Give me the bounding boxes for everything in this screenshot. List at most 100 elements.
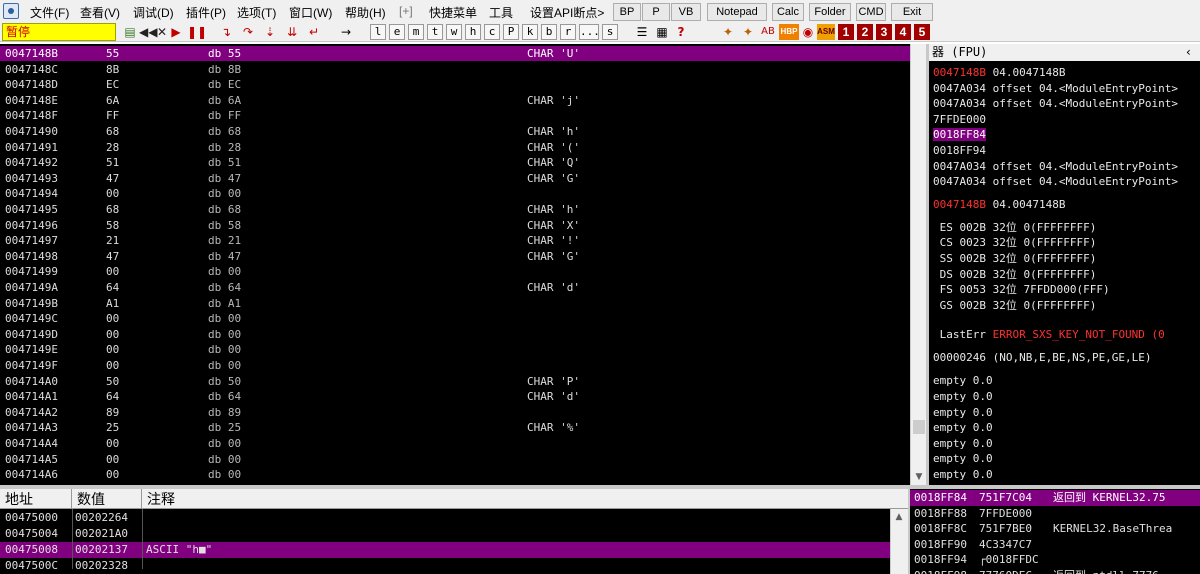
stack-row[interactable]: 0018FF84 751F7C04 返回到 KERNEL32.75	[910, 490, 1200, 506]
patches-button[interactable]: P	[503, 24, 519, 40]
menu-view[interactable]: 查看(V)	[80, 4, 120, 21]
disassembly-row[interactable]: 00471490 68 db 68 CHAR 'h'	[0, 124, 910, 139]
trace-into-icon[interactable]: ⇣	[262, 24, 278, 40]
help-icon[interactable]: ?	[673, 24, 689, 40]
menu-window[interactable]: 窗口(W)	[289, 4, 332, 21]
segment-register[interactable]: SS 002B 32位 0(FFFFFFFF)	[933, 251, 1097, 266]
stack-row[interactable]: 0018FF94 ┌0018FFDC	[910, 552, 1200, 568]
disassembly-row[interactable]: 00471491 28 db 28 CHAR '('	[0, 140, 910, 155]
register-line[interactable]: 0047A034 offset 04.<ModuleEntryPoint>	[933, 96, 1178, 111]
trace-over-icon[interactable]: ⇊	[284, 24, 300, 40]
step-over-icon[interactable]: ↷	[240, 24, 256, 40]
source-button[interactable]: s	[602, 24, 618, 40]
dump-row[interactable]: 0047500C 00202328	[0, 558, 890, 574]
register-line[interactable]: 7FFDE000	[933, 112, 986, 127]
disassembly-row[interactable]: 004714A6 00 db 00	[0, 467, 910, 482]
dump-row[interactable]: 00475008 00202137 ASCII "h■"	[0, 542, 890, 558]
fpu-register[interactable]: empty 0.0	[933, 389, 993, 404]
fpu-register[interactable]: empty 0.0	[933, 405, 993, 420]
register-line[interactable]: 0047A034 offset 04.<ModuleEntryPoint>	[933, 81, 1178, 96]
disassembly-row[interactable]: 00471492 51 db 51 CHAR 'Q'	[0, 155, 910, 170]
execute-till-return-icon[interactable]: ↵	[306, 24, 322, 40]
fpu-register[interactable]: empty 0.0	[933, 467, 993, 482]
menu-file[interactable]: 文件(F)	[30, 4, 69, 21]
dump-header-value[interactable]: 数值	[72, 489, 142, 509]
stack-row[interactable]: 0018FF8C 751F7BE0 KERNEL32.BaseThrea	[910, 521, 1200, 537]
fpu-register[interactable]: empty 0.0	[933, 436, 993, 451]
vb-button[interactable]: VB	[671, 3, 701, 21]
plugin4-icon[interactable]: ◉	[800, 24, 816, 40]
dump-header-address[interactable]: 地址	[0, 489, 72, 509]
shortcut-2-button[interactable]: 2	[857, 24, 873, 40]
disassembly-row[interactable]: 00471493 47 db 47 CHAR 'G'	[0, 171, 910, 186]
registers-pane[interactable]: 器 (FPU) ‹ 0047148B 04.0047148B 0047A034 of…	[929, 44, 1200, 485]
options-icon[interactable]: ▦	[654, 24, 670, 40]
windows-button[interactable]: w	[446, 24, 462, 40]
memory-map-button[interactable]: m	[408, 24, 424, 40]
disassembly-row[interactable]: 004714A1 64 db 64 CHAR 'd'	[0, 389, 910, 404]
disassembly-row[interactable]: 0047149D 00 db 00	[0, 327, 910, 342]
segment-register[interactable]: FS 0053 32位 7FFDD000(FFF)	[933, 282, 1110, 297]
call-stack-button[interactable]: k	[522, 24, 538, 40]
eip-register[interactable]: 0047148B 04.0047148B	[933, 197, 1065, 212]
asm-button[interactable]: ASM	[817, 24, 835, 40]
segment-register[interactable]: ES 002B 32位 0(FFFFFFFF)	[933, 220, 1097, 235]
plugin3-icon[interactable]: AB	[760, 24, 776, 40]
menu-debug[interactable]: 调试(D)	[133, 4, 174, 21]
calc-button[interactable]: Calc	[772, 3, 804, 21]
disassembly-row[interactable]: 004714A3 25 db 25 CHAR '%'	[0, 420, 910, 435]
folder-button[interactable]: Folder	[809, 3, 851, 21]
fpu-register[interactable]: empty 0.0	[933, 420, 993, 435]
dump-row[interactable]: 00475000 00202264	[0, 510, 890, 526]
disassembly-row[interactable]: 00471496 58 db 58 CHAR 'X'	[0, 218, 910, 233]
disassembly-row[interactable]: 004714A2 89 db 89	[0, 405, 910, 420]
disassembly-row[interactable]: 004714A0 50 db 50 CHAR 'P'	[0, 374, 910, 389]
fpu-register[interactable]: empty 0.0	[933, 451, 993, 466]
run-icon[interactable]: ▶	[168, 24, 184, 40]
shortcut-5-button[interactable]: 5	[914, 24, 930, 40]
register-line[interactable]: 0047A034 offset 04.<ModuleEntryPoint>	[933, 159, 1178, 174]
shortcut-3-button[interactable]: 3	[876, 24, 892, 40]
disassembly-row[interactable]: 004714A4 00 db 00	[0, 436, 910, 451]
disassembly-row[interactable]: 00471498 47 db 47 CHAR 'G'	[0, 249, 910, 264]
disassembly-row[interactable]: 0047149A 64 db 64 CHAR 'd'	[0, 280, 910, 295]
segment-register[interactable]: CS 0023 32位 0(FFFFFFFF)	[933, 235, 1097, 250]
open-icon[interactable]: ▤	[122, 24, 138, 40]
step-into-icon[interactable]: ↴	[218, 24, 234, 40]
register-line[interactable]: 0047A034 offset 04.<ModuleEntryPoint>	[933, 174, 1178, 189]
dump-row[interactable]: 00475004 002021A0	[0, 526, 890, 542]
restart-icon[interactable]: ◀◀	[138, 24, 157, 40]
menu-tools[interactable]: 工具	[489, 4, 513, 21]
scroll-down-icon[interactable]: ▼	[911, 469, 926, 485]
menu-plus[interactable]: [+]	[399, 4, 413, 18]
dump-scrollbar[interactable]: ▲	[890, 509, 908, 574]
breakpoints-button[interactable]: b	[541, 24, 557, 40]
shortcut-1-button[interactable]: 1	[838, 24, 854, 40]
executable-modules-button[interactable]: e	[389, 24, 405, 40]
stack-row[interactable]: 0018FF88 7FFDE000	[910, 506, 1200, 522]
dump-header-comment[interactable]: 注释	[142, 489, 908, 509]
disassembly-row[interactable]: 0047148B 55 db 55 CHAR 'U'	[0, 46, 910, 61]
disassembly-row[interactable]: 0047149B A1 db A1	[0, 296, 910, 311]
threads-button[interactable]: t	[427, 24, 443, 40]
pause-icon[interactable]: ❚❚	[186, 24, 207, 40]
menu-shortcuts[interactable]: 快捷菜单	[429, 4, 477, 21]
disassembly-scrollbar[interactable]: ▼	[910, 44, 926, 485]
disassembly-row[interactable]: 00471497 21 db 21 CHAR '!'	[0, 233, 910, 248]
disassembly-row[interactable]: 004714A5 00 db 00	[0, 452, 910, 467]
menu-help[interactable]: 帮助(H)	[345, 4, 386, 21]
p-button[interactable]: P	[642, 3, 670, 21]
notepad-button[interactable]: Notepad	[707, 3, 767, 21]
lasterr-register[interactable]: LastErr ERROR_SXS_KEY_NOT_FOUND (0	[933, 327, 1165, 342]
disassembly-row[interactable]: 0047149C 00 db 00	[0, 311, 910, 326]
log-button[interactable]: l	[370, 24, 386, 40]
stack-row[interactable]: 0018FF98 77760DEC 返回到 ntdll.7776	[910, 568, 1200, 574]
disassembly-row[interactable]: 00471494 00 db 00	[0, 186, 910, 201]
disassembly-row[interactable]: 0047148E 6A db 6A CHAR 'j'	[0, 93, 910, 108]
register-line[interactable]: 0018FF94	[933, 143, 986, 158]
register-line[interactable]: 0047148B 04.0047148B	[933, 65, 1065, 80]
disassembly-row[interactable]: 0047148C 8B db 8B	[0, 62, 910, 77]
disassembly-row[interactable]: 0047148F FF db FF	[0, 108, 910, 123]
cpu-button[interactable]: c	[484, 24, 500, 40]
register-line[interactable]: 0018FF84	[933, 127, 986, 142]
